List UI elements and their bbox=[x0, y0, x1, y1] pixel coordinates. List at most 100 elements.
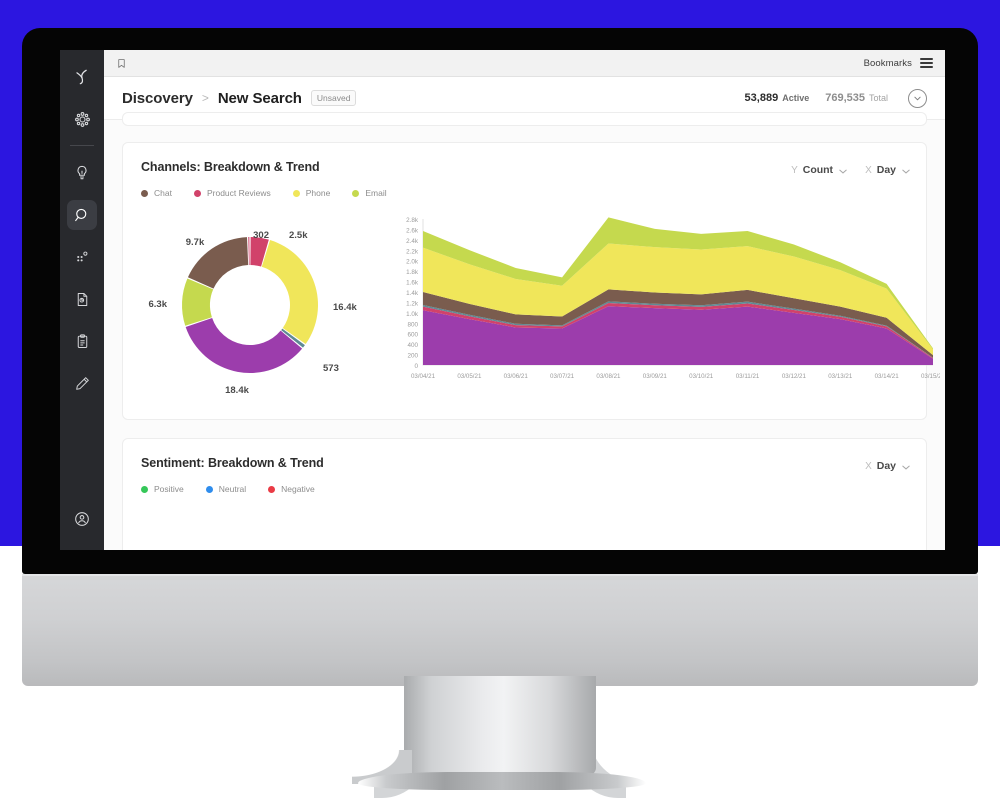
dashboard-content[interactable]: Channels: Breakdown & Trend Y Count X Da… bbox=[104, 112, 945, 550]
chevron-down-icon bbox=[902, 161, 910, 179]
legend-color-dot bbox=[193, 189, 201, 197]
x-axis-tick-label: 03/13/21 bbox=[828, 373, 853, 380]
clipboard-icon[interactable] bbox=[67, 326, 97, 356]
area-svg: 0 200 400 600 800 1.0k 1.2k 1.4k 1.6k 1.8k 2.0k 2.2… bbox=[406, 217, 945, 380]
gear-network-icon[interactable] bbox=[67, 104, 97, 134]
y-axis-tick-label: 2.2k bbox=[406, 248, 419, 255]
donut-slice-label: 9.7k bbox=[186, 237, 205, 248]
y-axis-tick-label: 1.6k bbox=[406, 280, 419, 287]
imac-chin-edge bbox=[22, 574, 978, 576]
dots-grid-icon[interactable] bbox=[67, 242, 97, 272]
breadcrumb-new-search[interactable]: New Search bbox=[218, 90, 302, 107]
channels-card-title: Channels: Breakdown & Trend bbox=[141, 160, 320, 174]
y-axis-tick-label: 2.0k bbox=[406, 259, 419, 266]
browser-bookmark-bar: Bookmarks bbox=[104, 50, 945, 77]
card-sentiment: Sentiment: Breakdown & Trend X Day Posit… bbox=[122, 438, 927, 550]
chevron-down-icon bbox=[839, 161, 847, 179]
imac-stand-neck bbox=[352, 676, 596, 784]
channels-card-controls: Y Count X Day bbox=[773, 161, 910, 179]
chevron-down-circle-icon[interactable] bbox=[908, 88, 927, 108]
legend-color-dot bbox=[352, 189, 360, 197]
y-axis-selector[interactable]: Y Count bbox=[791, 161, 847, 179]
y-axis-tick-label: 1.2k bbox=[406, 300, 419, 307]
x-axis-tick-label: 03/06/21 bbox=[504, 373, 529, 380]
status-badge-unsaved: Unsaved bbox=[310, 89, 357, 107]
legend-color-dot bbox=[141, 189, 148, 197]
x-axis-tick-label: 03/07/21 bbox=[550, 373, 575, 380]
app-logo-icon[interactable] bbox=[67, 62, 97, 92]
legend-label: Email bbox=[365, 188, 387, 198]
app-rail bbox=[60, 50, 104, 550]
x-axis-tick-label: 03/15/21 bbox=[921, 373, 940, 380]
active-count: 53,889 bbox=[744, 92, 779, 104]
x-axis-value: Day bbox=[876, 460, 896, 472]
hamburger-menu-icon[interactable] bbox=[920, 58, 933, 68]
x-axis-tick-label: 03/12/21 bbox=[782, 373, 807, 380]
legend-item[interactable]: Email bbox=[352, 188, 387, 198]
user-avatar-icon[interactable] bbox=[67, 504, 97, 534]
x-axis-tick-label: 03/14/21 bbox=[875, 373, 900, 380]
x-axis-selector[interactable]: X Day bbox=[865, 161, 910, 179]
legend-item[interactable]: Chat bbox=[141, 188, 172, 198]
pencil-icon[interactable] bbox=[67, 368, 97, 398]
donut-slice[interactable] bbox=[248, 237, 250, 266]
donut-slice-label: 2.5k bbox=[289, 230, 308, 241]
active-label: Active bbox=[782, 93, 810, 103]
donut-slice[interactable] bbox=[261, 240, 318, 345]
y-axis-value: Count bbox=[802, 164, 834, 176]
donut-slice-label: 573 bbox=[323, 363, 339, 374]
document-chart-icon[interactable] bbox=[67, 284, 97, 314]
y-axis-label: Y bbox=[791, 164, 798, 176]
legend-color-dot bbox=[205, 485, 213, 493]
legend-color-dot bbox=[268, 485, 276, 493]
y-axis-tick-label: 600 bbox=[407, 332, 418, 339]
donut-slice-label: 16.4k bbox=[333, 302, 357, 313]
legend-label: Chat bbox=[154, 188, 172, 198]
legend-item[interactable]: Phone bbox=[292, 188, 330, 198]
stat-active: 53,889 Active bbox=[745, 92, 810, 104]
breadcrumb-separator: > bbox=[201, 91, 209, 105]
bookmark-icon[interactable] bbox=[116, 57, 127, 70]
x-axis-tick-label: 03/10/21 bbox=[689, 373, 714, 380]
card-previous-partial bbox=[122, 112, 927, 126]
sentiment-card-controls: X Day bbox=[847, 457, 910, 475]
sentiment-legend: Positive Neutral Negative bbox=[141, 484, 337, 494]
lightbulb-icon[interactable] bbox=[67, 158, 97, 188]
x-axis-tick-label: 03/08/21 bbox=[596, 373, 621, 380]
legend-color-dot bbox=[292, 189, 300, 197]
y-axis-tick-label: 1.8k bbox=[406, 269, 419, 276]
legend-label: Neutral bbox=[218, 484, 247, 494]
x-axis-value: Day bbox=[876, 164, 896, 176]
total-count: 769,535 bbox=[825, 92, 865, 104]
y-axis-tick-label: 0 bbox=[414, 363, 418, 370]
legend-item[interactable]: Neutral bbox=[205, 484, 247, 494]
x-axis-label: X bbox=[865, 460, 872, 472]
sidebar-item-discovery[interactable] bbox=[67, 200, 97, 230]
x-axis-selector[interactable]: X Day bbox=[865, 457, 910, 475]
x-axis-tick-label: 03/11/21 bbox=[736, 373, 760, 380]
legend-label: Product Reviews bbox=[206, 188, 271, 198]
y-axis-tick-label: 1.4k bbox=[406, 290, 419, 297]
bookmarks-label[interactable]: Bookmarks bbox=[864, 58, 912, 69]
legend-item[interactable]: Negative bbox=[268, 484, 315, 494]
y-axis-tick-label: 2.8k bbox=[406, 217, 419, 224]
x-axis-tick-label: 03/04/21 bbox=[411, 373, 436, 380]
y-axis-tick-label: 200 bbox=[407, 353, 418, 360]
card-channels: Channels: Breakdown & Trend Y Count X Da… bbox=[122, 142, 945, 420]
y-axis-tick-label: 2.4k bbox=[406, 238, 419, 245]
donut-slice-label: 302 bbox=[253, 230, 269, 241]
sentiment-card-title: Sentiment: Breakdown & Trend bbox=[141, 456, 324, 470]
screenshot-stage: Bookmarks Discovery > New Search Unsaved… bbox=[0, 0, 1000, 802]
channels-donut-chart[interactable]: 2.5k 16.4k 573 18.4k 6.3k 9.7k 302 bbox=[147, 215, 377, 400]
legend-color-dot bbox=[141, 485, 148, 493]
legend-item[interactable]: Product Reviews bbox=[193, 188, 271, 198]
channels-legend: Chat Product Reviews Phone Email bbox=[141, 188, 409, 198]
donut-svg: 2.5k 16.4k 573 18.4k 6.3k 9.7k 302 bbox=[149, 230, 358, 396]
screen-viewport: Bookmarks Discovery > New Search Unsaved… bbox=[60, 50, 945, 550]
legend-label: Positive bbox=[154, 484, 184, 494]
donut-slice-label: 6.3k bbox=[149, 299, 168, 310]
channels-trend-area-chart[interactable]: 0 200 400 600 800 1.0k 1.2k 1.4k 1.6k 1.8k 2.0k 2.2… bbox=[385, 215, 945, 400]
imac-chin bbox=[22, 574, 978, 686]
legend-item[interactable]: Positive bbox=[141, 484, 184, 494]
breadcrumb-discovery[interactable]: Discovery bbox=[122, 90, 193, 107]
